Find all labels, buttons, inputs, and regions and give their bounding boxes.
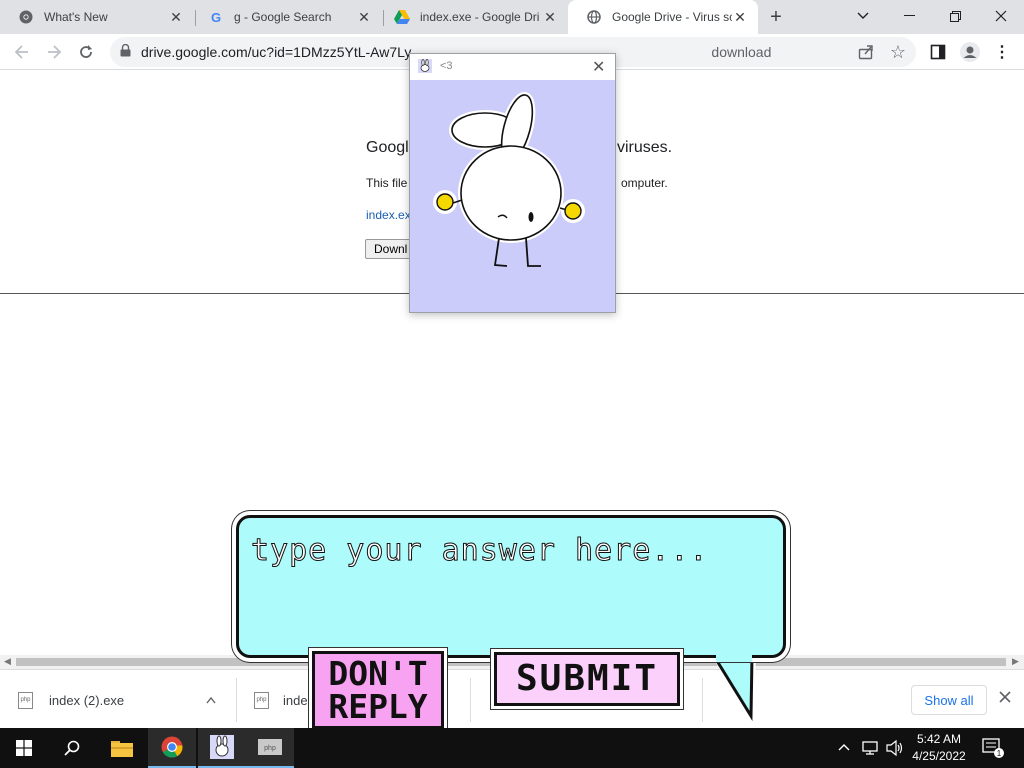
window-close-button[interactable] [978, 0, 1024, 32]
more-vert-icon: ⋮ [994, 44, 1010, 61]
bunny-popup-window[interactable]: <3 ✕ [409, 53, 616, 313]
restore-button[interactable] [932, 0, 978, 32]
url-text-start: drive.google.com/uc?id=1DMzz5YtL-Aw7Ly [141, 44, 412, 60]
file-icon: php [18, 691, 33, 709]
svg-text:php: php [264, 745, 276, 752]
scan-message-end: omputer. [621, 176, 668, 190]
close-icon[interactable]: ✕ [542, 9, 558, 26]
share-button[interactable] [852, 38, 880, 66]
download-divider [470, 678, 471, 722]
popup-title: <3 [440, 60, 453, 72]
download-filename: index (2).exe [49, 692, 125, 708]
tab-title: What's New [44, 10, 108, 24]
scan-message-start: This file [366, 176, 408, 190]
close-icon[interactable]: ✕ [356, 9, 372, 26]
profile-button[interactable] [956, 38, 984, 66]
chevron-down-icon [857, 12, 869, 19]
download-filename: index [283, 692, 315, 708]
download-divider [236, 678, 237, 722]
globe-icon [586, 9, 602, 25]
tab-virus-scan[interactable]: Google Drive - Virus sc ✕ [568, 0, 758, 34]
bunny-app-taskbar-button[interactable] [198, 728, 246, 768]
show-all-button[interactable]: Show all [911, 685, 987, 715]
back-button[interactable] [8, 38, 36, 66]
close-icon [995, 10, 1007, 22]
close-icon[interactable] [999, 690, 1011, 708]
minimize-button[interactable] [886, 0, 932, 32]
star-icon: ☆ [889, 41, 907, 62]
clock-time: 5:42 AM [916, 732, 962, 746]
tab-title: index.exe - Google Dri [420, 10, 540, 24]
file-link[interactable]: index.ex [366, 208, 411, 222]
submit-button[interactable]: SUBMIT [494, 652, 680, 706]
svg-text:1: 1 [997, 749, 1002, 758]
google-g-icon: G [210, 9, 222, 25]
windows-logo-icon [16, 740, 32, 756]
tab-google-search[interactable]: G g - Google Search ✕ [190, 0, 382, 34]
bookmark-button[interactable]: ☆ [884, 38, 912, 66]
search-icon [64, 740, 80, 756]
close-icon[interactable]: ✕ [732, 9, 748, 26]
lock-icon [120, 43, 131, 60]
chevron-up-icon[interactable] [206, 692, 216, 707]
php-app-taskbar-button[interactable]: php [246, 728, 294, 768]
bunny-character-icon [433, 91, 585, 267]
download-button-label: Downl [374, 242, 408, 256]
download-item[interactable]: php index (2).exe [18, 682, 228, 718]
url-text-end: download [711, 44, 772, 60]
avatar-icon [960, 42, 980, 62]
taskbar-search-button[interactable] [48, 728, 96, 768]
scroll-right-icon[interactable]: ▶ [1012, 656, 1019, 667]
scroll-left-icon[interactable]: ◀ [4, 656, 11, 667]
tab-google-drive[interactable]: index.exe - Google Dri ✕ [376, 0, 568, 34]
tab-title: g - Google Search [234, 10, 332, 24]
scan-heading-end: viruses. [617, 139, 673, 156]
tab-search-button[interactable] [840, 0, 886, 32]
chrome-icon [18, 9, 34, 25]
bubble-tail-cover [716, 652, 752, 662]
tab-whats-new[interactable]: What's New ✕ [0, 0, 194, 34]
notifications-button[interactable]: 1 [982, 738, 1004, 763]
arrow-left-icon [14, 45, 28, 59]
system-clock[interactable]: 5:42 AM 4/25/2022 [900, 731, 978, 765]
tab-strip: What's New ✕ G g - Google Search ✕ index… [0, 0, 1024, 34]
reload-icon [80, 45, 92, 58]
chevron-up-icon[interactable] [838, 740, 850, 754]
chrome-taskbar-button[interactable] [148, 728, 196, 768]
new-tab-button[interactable]: + [762, 4, 790, 30]
reload-button[interactable] [72, 38, 100, 66]
arrow-right-icon [48, 45, 62, 59]
clock-date: 4/25/2022 [912, 749, 966, 763]
taskbar: php 5:42 AM 4/25/2022 1 [0, 728, 1024, 768]
side-panel-icon [930, 44, 946, 60]
file-icon: php [254, 691, 269, 709]
tab-title: Google Drive - Virus sc [612, 10, 732, 24]
bunny-app-icon [418, 59, 432, 76]
network-icon[interactable] [862, 740, 880, 761]
answer-speech-bubble[interactable] [236, 515, 786, 658]
start-button[interactable] [0, 728, 48, 768]
bunny-app-icon [210, 735, 234, 759]
close-icon[interactable]: ✕ [592, 57, 605, 77]
php-file-icon: php [258, 739, 282, 755]
share-icon [858, 45, 873, 60]
file-explorer-button[interactable] [98, 728, 146, 768]
folder-icon [111, 741, 133, 757]
menu-button[interactable]: ⋮ [988, 38, 1016, 66]
bunny-canvas [410, 80, 615, 312]
google-drive-icon [394, 9, 410, 25]
side-panel-button[interactable] [924, 38, 952, 66]
popup-titlebar[interactable]: <3 ✕ [410, 54, 615, 80]
chrome-icon [161, 736, 183, 758]
notification-icon: 1 [982, 738, 1004, 758]
forward-button[interactable] [40, 38, 68, 66]
close-icon[interactable]: ✕ [168, 9, 184, 26]
dont-reply-button[interactable]: DON'T REPLY [312, 651, 444, 729]
answer-input[interactable] [249, 524, 773, 576]
